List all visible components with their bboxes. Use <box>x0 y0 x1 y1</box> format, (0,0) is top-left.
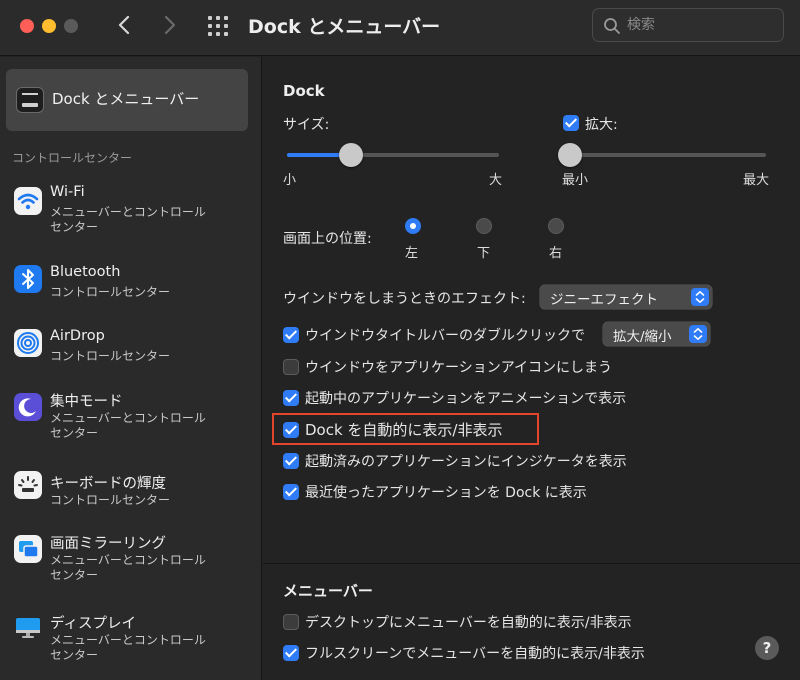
sidebar-item-subtitle: コントロールセンター <box>50 349 171 363</box>
airdrop-icon <box>14 329 42 357</box>
sidebar-item-title: ディスプレイ <box>50 616 136 632</box>
sidebar-item-screen-mirroring[interactable]: 画面ミラーリング メニューバーとコントロール センター <box>0 531 260 591</box>
sidebar-item-label: Dock とメニューバー <box>52 90 200 108</box>
settings-pane: Dock サイズ: 小 大 拡大: 最小 最大 画面上の位置: 左 下 右 ウイ… <box>263 57 800 680</box>
sidebar-item-title: 画面ミラーリング <box>50 536 166 552</box>
show-recent-apps-label: 最近使ったアプリケーションを Dock に表示 <box>305 485 587 501</box>
sidebar-item-keyboard-brightness[interactable]: キーボードの輝度 コントロールセンター <box>0 467 260 527</box>
sidebar: Dock とメニューバー コントロールセンター Wi-Fi メニューバーとコント… <box>0 57 262 680</box>
double-click-checkbox[interactable] <box>283 327 299 343</box>
section-divider <box>263 563 800 564</box>
position-label: 画面上の位置: <box>283 231 372 247</box>
search-input[interactable] <box>627 13 777 37</box>
grid-icon <box>208 16 228 36</box>
sidebar-item-display[interactable]: ディスプレイ メニューバーとコントロール センター <box>0 609 260 669</box>
search-field[interactable] <box>592 8 784 42</box>
sidebar-item-title: 集中モード <box>50 394 123 410</box>
sidebar-item-subtitle: メニューバーとコントロール センター <box>50 553 206 582</box>
sidebar-item-title: AirDrop <box>50 328 105 344</box>
show-indicators-label: 起動済みのアプリケーションにインジケータを表示 <box>305 454 627 470</box>
back-button[interactable] <box>110 10 140 40</box>
size-label: サイズ: <box>283 117 330 133</box>
sidebar-item-title: キーボードの輝度 <box>50 476 166 492</box>
window-title: Dock とメニューバー <box>248 16 441 38</box>
size-slider[interactable] <box>287 153 499 157</box>
minimize-effect-label: ウインドウをしまうときのエフェクト: <box>283 291 526 307</box>
menubar-heading: メニューバー <box>283 582 373 600</box>
display-icon <box>14 613 42 641</box>
magnification-label: 拡大: <box>585 117 618 133</box>
minimize-effect-popup[interactable]: ジニーエフェクト <box>540 285 712 309</box>
size-min-label: 小 <box>283 173 297 188</box>
zoom-window-button[interactable] <box>64 19 78 33</box>
sidebar-item-dock-menubar[interactable]: Dock とメニューバー <box>6 69 248 131</box>
wifi-icon <box>14 187 42 215</box>
sidebar-item-title: Wi-Fi <box>50 184 85 200</box>
bluetooth-icon <box>14 265 42 293</box>
show-indicators-checkbox[interactable] <box>283 453 299 469</box>
screen-mirroring-icon <box>14 535 42 563</box>
show-all-button[interactable] <box>205 13 231 39</box>
minimize-into-icon-checkbox[interactable] <box>283 359 299 375</box>
title-bar: Dock とメニューバー <box>0 0 800 56</box>
dock-menubar-icon <box>16 87 44 113</box>
chevron-left-icon <box>118 15 130 35</box>
highlight-annotation <box>272 413 539 445</box>
magnification-max-label: 最大 <box>743 173 770 188</box>
updown-chevron-icon <box>689 325 707 343</box>
keyboard-brightness-icon <box>14 471 42 499</box>
search-icon <box>604 18 620 34</box>
sidebar-item-subtitle: メニューバーとコントロール センター <box>50 411 206 440</box>
dock-heading: Dock <box>283 82 325 100</box>
position-right-radio[interactable] <box>548 218 564 234</box>
size-slider-thumb[interactable] <box>338 143 363 167</box>
autohide-menubar-desktop-checkbox[interactable] <box>283 614 299 630</box>
magnification-min-label: 最小 <box>562 173 589 188</box>
magnification-slider-thumb[interactable] <box>558 143 582 167</box>
double-click-popup[interactable]: 拡大/縮小 <box>603 322 710 346</box>
position-bottom-label: 下 <box>477 246 491 261</box>
sidebar-item-subtitle: コントロールセンター <box>50 493 171 507</box>
sidebar-item-wifi[interactable]: Wi-Fi メニューバーとコントロール センター <box>0 183 260 243</box>
help-button[interactable]: ? <box>755 636 779 660</box>
focus-moon-icon <box>14 393 42 421</box>
updown-chevron-icon <box>691 288 709 306</box>
sidebar-section-header: コントロールセンター <box>12 151 133 165</box>
autohide-menubar-fullscreen-checkbox[interactable] <box>283 645 299 661</box>
position-left-radio[interactable] <box>405 218 421 234</box>
sidebar-item-subtitle: メニューバーとコントロール センター <box>50 205 206 234</box>
autohide-menubar-desktop-label: デスクトップにメニューバーを自動的に表示/非表示 <box>305 615 632 631</box>
sidebar-item-subtitle: コントロールセンター <box>50 285 171 299</box>
position-left-label: 左 <box>405 246 419 261</box>
chevron-right-icon <box>164 15 176 35</box>
autohide-menubar-fullscreen-label: フルスクリーンでメニューバーを自動的に表示/非表示 <box>305 646 645 662</box>
sidebar-item-title: Bluetooth <box>50 264 121 280</box>
sidebar-item-subtitle: メニューバーとコントロール センター <box>50 633 206 662</box>
magnification-slider[interactable] <box>566 153 766 157</box>
magnification-checkbox[interactable] <box>563 115 579 131</box>
minimize-window-button[interactable] <box>42 19 56 33</box>
sidebar-item-airdrop[interactable]: AirDrop コントロールセンター <box>0 327 260 387</box>
sidebar-item-focus[interactable]: 集中モード メニューバーとコントロール センター <box>0 389 260 449</box>
size-max-label: 大 <box>489 173 503 188</box>
minimize-into-icon-label: ウインドウをアプリケーションアイコンにしまう <box>305 360 613 376</box>
animate-opening-label: 起動中のアプリケーションをアニメーションで表示 <box>305 391 627 407</box>
sidebar-item-bluetooth[interactable]: Bluetooth コントロールセンター <box>0 263 260 323</box>
show-recent-apps-checkbox[interactable] <box>283 484 299 500</box>
double-click-label: ウインドウタイトルバーのダブルクリックで <box>305 328 585 344</box>
position-bottom-radio[interactable] <box>476 218 492 234</box>
close-window-button[interactable] <box>20 19 34 33</box>
minimize-effect-value: ジニーエフェクト <box>550 292 658 308</box>
animate-opening-checkbox[interactable] <box>283 390 299 406</box>
forward-button[interactable] <box>154 10 184 40</box>
double-click-value: 拡大/縮小 <box>613 329 672 345</box>
position-right-label: 右 <box>549 246 563 261</box>
